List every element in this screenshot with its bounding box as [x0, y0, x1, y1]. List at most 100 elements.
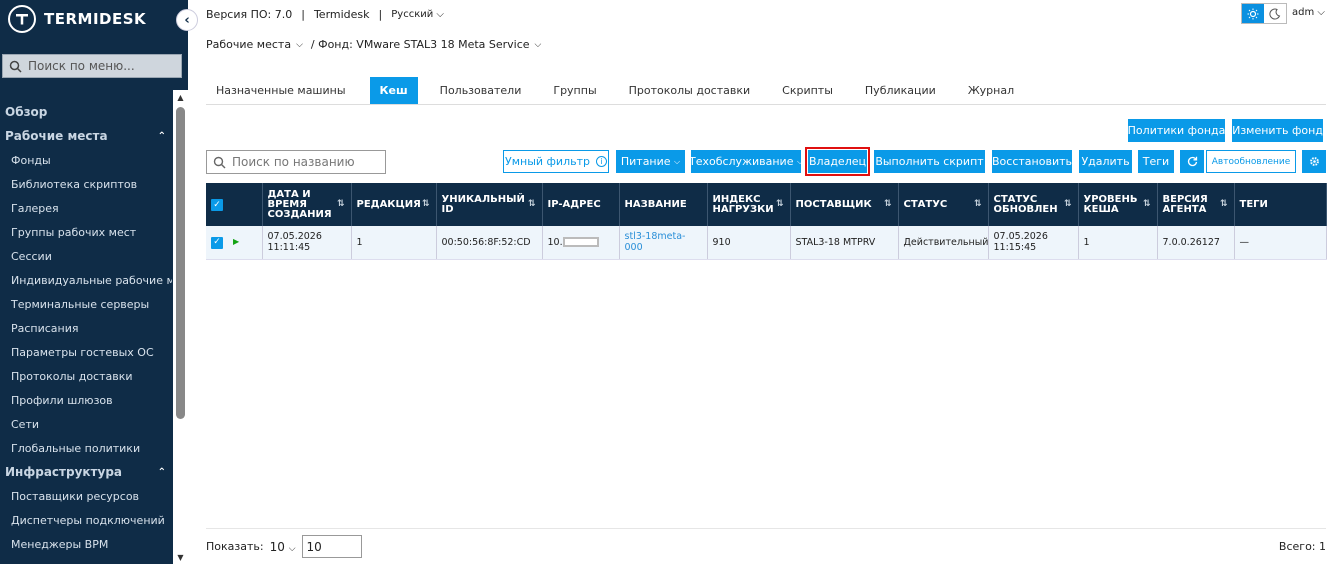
- moon-icon[interactable]: [1264, 4, 1286, 23]
- column-header[interactable]: ВЕРСИЯ АГЕНТА ⇅: [1157, 183, 1235, 226]
- column-header[interactable]: ПОСТАВЩИК ⇅: [790, 183, 899, 226]
- language-select[interactable]: Русский ⌵: [391, 9, 444, 20]
- refresh-button[interactable]: [1180, 150, 1204, 173]
- sort-icon[interactable]: ⇅: [1220, 199, 1228, 209]
- menu-section-overview[interactable]: Обзор: [0, 100, 172, 124]
- chevron-up-icon: ⌃: [157, 130, 166, 142]
- sidebar-scrollbar[interactable]: ▲ ▼: [173, 90, 188, 564]
- run-script-button[interactable]: Выполнить скрипт: [874, 150, 985, 173]
- column-header[interactable]: ИНДЕКС НАГРУЗКИ ⇅: [707, 183, 791, 226]
- settings-button[interactable]: [1302, 150, 1326, 173]
- theme-toggle[interactable]: [1241, 3, 1287, 24]
- table-row[interactable]: ✓ ▶ 07.05.2026 11:11:45 1 00:50:56:8F:52:C…: [206, 226, 1327, 260]
- column-header[interactable]: ТЕГИ: [1234, 183, 1327, 226]
- sidebar-item-pools[interactable]: Фонды: [0, 148, 172, 172]
- collapse-sidebar-button[interactable]: ‹: [176, 9, 198, 31]
- owner-button[interactable]: Владелец: [805, 147, 870, 176]
- tab-log[interactable]: Журнал: [958, 77, 1024, 104]
- sun-icon[interactable]: [1242, 4, 1264, 23]
- column-header-label: ТЕГИ: [1239, 198, 1268, 210]
- tab-users[interactable]: Пользователи: [430, 77, 532, 104]
- smart-filter-button[interactable]: Умный фильтр i: [503, 150, 609, 173]
- breadcrumb-current[interactable]: Фонд: VMware STAL3 18 Meta Service: [318, 38, 529, 51]
- column-header[interactable]: РЕДАКЦИЯ ⇅: [351, 183, 437, 226]
- tab-scripts[interactable]: Скрипты: [772, 77, 843, 104]
- page-size-select[interactable]: 10 ⌵: [270, 540, 296, 554]
- edit-pool-button[interactable]: Изменить фонд: [1232, 119, 1323, 142]
- sidebar-item-schedules[interactable]: Расписания: [0, 316, 172, 340]
- column-header-label: ИНДЕКС НАГРУЗКИ: [712, 193, 774, 215]
- row-checkbox[interactable]: ✓: [211, 236, 223, 249]
- chevron-down-icon[interactable]: ⌵: [535, 40, 542, 50]
- maintenance-dropdown-button[interactable]: Техобслуживание ⌵: [689, 150, 803, 173]
- cell-status: Действительный: [898, 226, 989, 260]
- column-header[interactable]: СТАТУС ОБНОВЛЕН ⇅: [988, 183, 1079, 226]
- column-header[interactable]: УРОВЕНЬ КЕША ⇅: [1078, 183, 1158, 226]
- tab-cache[interactable]: Кеш: [369, 77, 418, 104]
- created-time: 11:11:45: [267, 242, 311, 254]
- chevron-down-icon[interactable]: ⌵: [296, 40, 303, 50]
- sort-icon[interactable]: ⇅: [528, 199, 536, 209]
- sort-icon[interactable]: ⇅: [422, 199, 430, 209]
- row-select-cell[interactable]: ✓ ▶: [206, 226, 263, 260]
- cell-created: 07.05.2026 11:11:45: [262, 226, 352, 260]
- pool-policies-button[interactable]: Политики фонда: [1128, 119, 1225, 142]
- column-header[interactable]: УНИКАЛЬНЫЙ ID ⇅: [436, 183, 543, 226]
- sidebar-item-terminal-servers[interactable]: Терминальные серверы: [0, 292, 172, 316]
- sidebar-item-individual-workplaces[interactable]: Индивидуальные рабочие места: [0, 268, 172, 292]
- delete-button[interactable]: Удалить: [1079, 150, 1132, 173]
- select-all-header[interactable]: ✓: [206, 183, 263, 226]
- play-icon[interactable]: ▶: [233, 237, 239, 246]
- tab-groups[interactable]: Группы: [543, 77, 606, 104]
- sort-icon[interactable]: ⇅: [884, 199, 892, 209]
- power-dropdown-button[interactable]: Питание ⌵: [616, 150, 685, 173]
- scroll-down-icon[interactable]: ▼: [176, 553, 185, 562]
- logo[interactable]: TERMIDESK: [8, 5, 146, 33]
- menu-search-input[interactable]: Поиск по меню...: [2, 54, 182, 78]
- column-header-label: РЕДАКЦИЯ: [356, 198, 421, 210]
- sidebar-item-vdi-managers[interactable]: Менеджеры ВРМ: [0, 532, 172, 556]
- sidebar-item-script-library[interactable]: Библиотека скриптов: [0, 172, 172, 196]
- sort-icon[interactable]: ⇅: [974, 199, 982, 209]
- sidebar-item-global-policies[interactable]: Глобальные политики: [0, 436, 172, 460]
- tags-button[interactable]: Теги: [1138, 150, 1174, 173]
- menu-section-infrastructure[interactable]: Инфраструктура ⌃: [0, 460, 172, 484]
- cell-cache-level: 1: [1078, 226, 1158, 260]
- column-header[interactable]: IP-АДРЕС: [542, 183, 620, 226]
- sort-icon[interactable]: ⇅: [337, 199, 345, 209]
- tab-delivery-protocols[interactable]: Протоколы доставки: [619, 77, 761, 104]
- version-label: Версия ПО: 7.0: [206, 7, 293, 21]
- tab-publications[interactable]: Публикации: [855, 77, 946, 104]
- sidebar-item-guest-os-params[interactable]: Параметры гостевых ОС: [0, 340, 172, 364]
- sidebar-item-delivery-protocols[interactable]: Протоколы доставки: [0, 364, 172, 388]
- sort-icon[interactable]: ⇅: [776, 199, 784, 209]
- menu-section-workplaces[interactable]: Рабочие места ⌃: [0, 124, 172, 148]
- sidebar-item-gateway-profiles[interactable]: Профили шлюзов: [0, 388, 172, 412]
- sidebar-item-connection-dispatchers[interactable]: Диспетчеры подключений: [0, 508, 172, 532]
- sidebar-item-sessions[interactable]: Сессии: [0, 244, 172, 268]
- column-header[interactable]: НАЗВАНИЕ: [619, 183, 708, 226]
- sidebar-item-resource-providers[interactable]: Поставщики ресурсов: [0, 484, 172, 508]
- column-header[interactable]: СТАТУС ⇅: [898, 183, 989, 226]
- search-input[interactable]: Поиск по названию: [206, 150, 386, 174]
- restore-button[interactable]: Восстановить: [992, 150, 1072, 173]
- column-header[interactable]: ДАТА И ВРЕМЯ СОЗДАНИЯ ⇅: [262, 183, 352, 226]
- column-header-label: СТАТУС: [903, 198, 948, 210]
- sidebar-item-gallery[interactable]: Галерея: [0, 196, 172, 220]
- auto-refresh-toggle[interactable]: Автообновление: [1206, 150, 1296, 173]
- sidebar-item-workplace-groups[interactable]: Группы рабочих мест: [0, 220, 172, 244]
- user-menu[interactable]: adm ⌵: [1292, 7, 1325, 18]
- table-footer: Показать: 10 ⌵ 10 Всего: 1: [206, 528, 1326, 564]
- page-size-input[interactable]: 10: [301, 535, 362, 558]
- tab-assigned-machines[interactable]: Назначенные машины: [206, 77, 356, 104]
- machine-name-link[interactable]: stl3-18meta-000: [625, 231, 686, 253]
- sort-icon[interactable]: ⇅: [1064, 199, 1072, 209]
- ip-prefix: 10.: [547, 236, 563, 248]
- sort-icon[interactable]: ⇅: [1143, 199, 1151, 209]
- cell-status-updated: 07.05.2026 11:15:45: [988, 226, 1079, 260]
- breadcrumb-root[interactable]: Рабочие места: [206, 38, 291, 51]
- sidebar-item-networks[interactable]: Сети: [0, 412, 172, 436]
- scroll-up-icon[interactable]: ▲: [176, 93, 185, 102]
- select-all-checkbox[interactable]: ✓: [211, 198, 223, 211]
- scrollbar-thumb[interactable]: [176, 107, 185, 419]
